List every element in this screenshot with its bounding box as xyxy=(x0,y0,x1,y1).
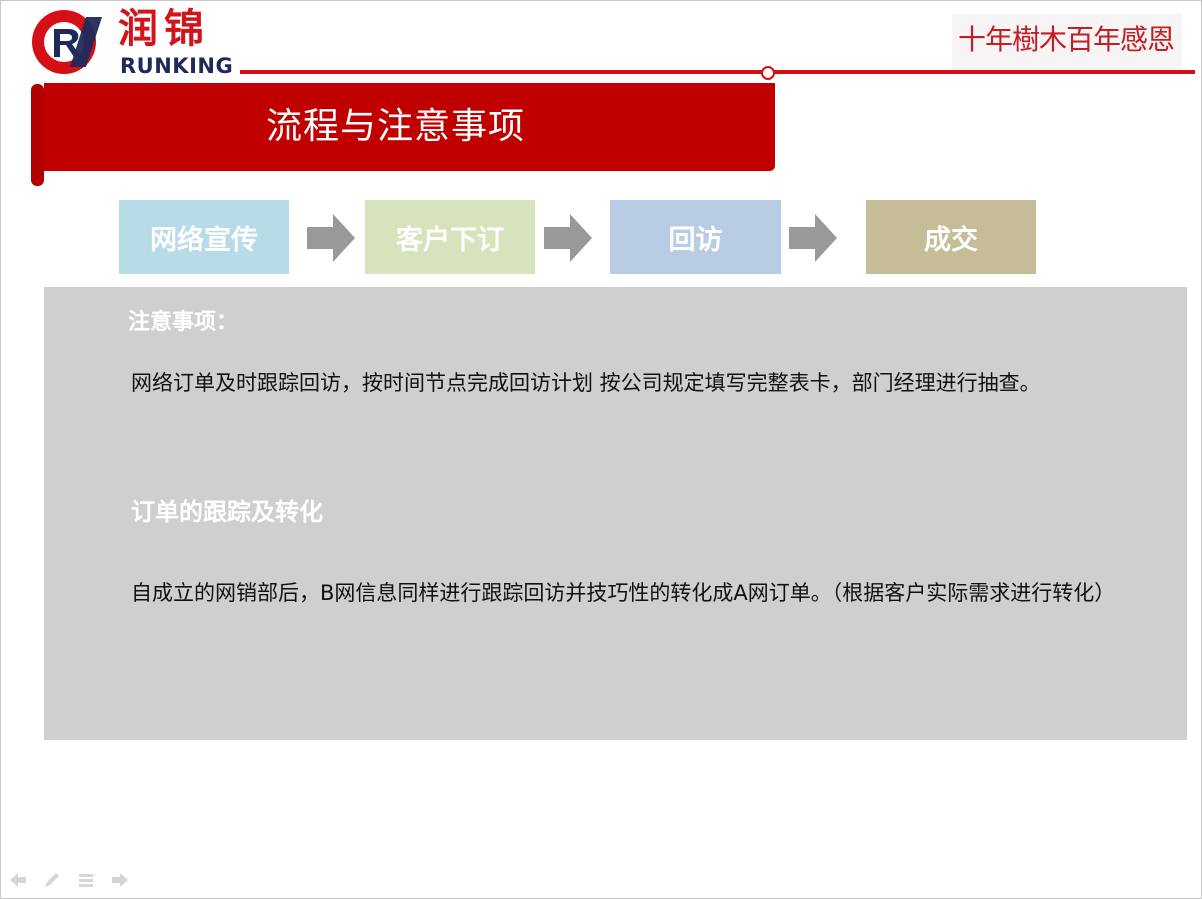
page-title: 流程与注意事项 xyxy=(266,106,526,147)
banner-scroll-curl xyxy=(31,84,44,186)
logo-english-text: RUNKING xyxy=(120,54,234,78)
pen-icon[interactable] xyxy=(42,870,62,890)
arrow-right-icon xyxy=(789,214,837,262)
menu-icon[interactable] xyxy=(76,870,96,890)
header-divider-line xyxy=(240,70,1195,74)
arrow-right-icon xyxy=(544,214,592,262)
line-knot-icon xyxy=(761,66,775,80)
notes-paragraph-2: 自成立的网销部后，B网信息同样进行跟踪回访并技巧性的转化成A网订单。（根据客户实… xyxy=(131,581,1116,605)
notes-paragraph-1: 网络订单及时跟踪回访，按时间节点完成回访计划 按公司规定填写完整表卡，部门经理进… xyxy=(131,371,1041,395)
step-customer-order: 客户下订 xyxy=(365,200,535,274)
step-follow-up: 回访 xyxy=(610,200,781,274)
step-network-promotion: 网络宣传 xyxy=(119,200,289,274)
slogan-text: 十年樹木百年感恩 xyxy=(958,23,1175,56)
notes-heading: 注意事项： xyxy=(128,310,239,335)
arrow-left-icon[interactable] xyxy=(8,870,28,890)
title-banner: 流程与注意事项 xyxy=(44,83,775,171)
step-deal-closed: 成交 xyxy=(866,200,1036,274)
runking-logo-icon xyxy=(32,10,102,74)
arrow-right-icon xyxy=(307,214,355,262)
arrow-right-icon[interactable] xyxy=(110,870,130,890)
logo-chinese-text: 润锦 xyxy=(118,6,210,52)
tracking-subheading: 订单的跟踪及转化 xyxy=(131,498,323,526)
